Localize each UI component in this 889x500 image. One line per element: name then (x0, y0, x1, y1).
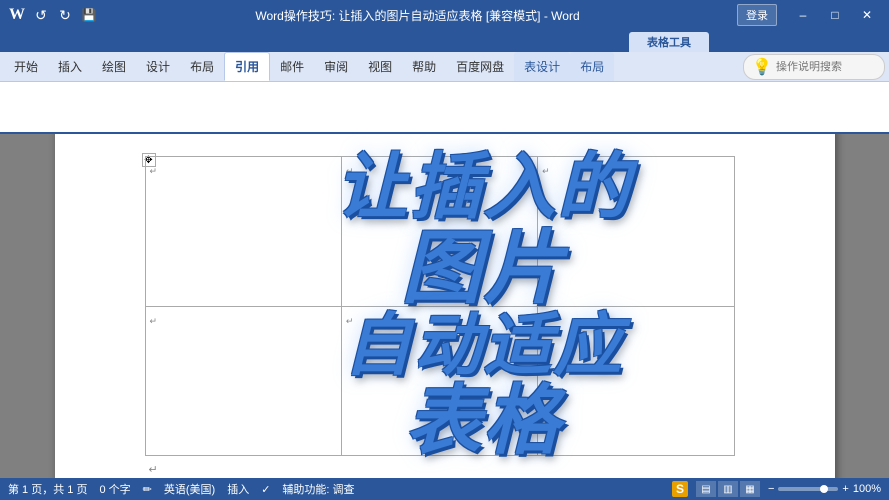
tab-review[interactable]: 审阅 (314, 52, 358, 81)
table-cell-r2c3: ↵ (538, 306, 734, 456)
page-count: 第 1 页，共 1 页 (8, 481, 87, 497)
cell-arrow: ↵ (542, 166, 550, 176)
table-cell-r1c2: ↵ (341, 157, 537, 307)
tab-design[interactable]: 设计 (136, 52, 180, 81)
language: 英语(美国) (164, 481, 215, 497)
save-button[interactable]: 💾 (80, 6, 98, 24)
tab-references[interactable]: 引用 (224, 52, 270, 81)
zoom-in-btn[interactable]: + (842, 483, 848, 495)
tab-baidu[interactable]: 百度网盘 (446, 52, 514, 81)
close-button[interactable]: ✕ (853, 4, 881, 26)
wps-logo: S (672, 481, 688, 497)
search-input[interactable] (776, 61, 876, 73)
maximize-button[interactable]: □ (821, 4, 849, 26)
word-logo: W (8, 6, 26, 24)
accessibility-icon: ✓ (261, 483, 270, 496)
edit-mode-icon: ✏ (143, 483, 152, 496)
tab-draw[interactable]: 绘图 (92, 52, 136, 81)
cell-arrow: ↵ (150, 316, 158, 326)
zoom-level: 100% (853, 483, 881, 495)
cell-arrow: ↵ (542, 316, 550, 326)
word-count: 0 个字 (99, 481, 130, 497)
context-tab-table-tools[interactable]: 表格工具 (629, 32, 709, 52)
ribbon-content (0, 82, 889, 134)
word-table: ↵ ↵ ↵ ↵ ↵ ↵ (145, 156, 735, 456)
context-tab-bar: 表格工具 (0, 30, 889, 52)
tab-table-layout[interactable]: 布局 (570, 52, 614, 81)
cell-arrow: ↵ (346, 166, 354, 176)
view-read-btn[interactable]: ▦ (740, 481, 760, 497)
tab-help[interactable]: 帮助 (402, 52, 446, 81)
status-bar-right: S ▤ ▥ ▦ − + 100% (672, 481, 881, 497)
zoom-thumb (820, 485, 828, 493)
redo-button[interactable]: ↻ (56, 6, 74, 24)
login-button[interactable]: 登录 (737, 4, 777, 26)
document-page: ✥ ↵ ↵ ↵ ↵ ↵ ↵ 让插入的 图片 自动适应 表格 (55, 134, 835, 478)
table-cell-r2c2: ↵ (341, 306, 537, 456)
cell-arrow: ↵ (346, 316, 354, 326)
tab-layout[interactable]: 布局 (180, 52, 224, 81)
cell-arrow: ↵ (150, 166, 158, 176)
tab-mailings[interactable]: 邮件 (270, 52, 314, 81)
title-bar: W ↺ ↻ 💾 Word操作技巧: 让插入的图片自动适应表格 [兼容模式] - … (0, 0, 889, 30)
view-web-btn[interactable]: ▥ (718, 481, 738, 497)
document-area: ✥ ↵ ↵ ↵ ↵ ↵ ↵ 让插入的 图片 自动适应 表格 (0, 134, 889, 478)
minimize-button[interactable]: – (789, 4, 817, 26)
table-cell-r1c1: ↵ (145, 157, 341, 307)
tab-insert[interactable]: 插入 (48, 52, 92, 81)
view-print-btn[interactable]: ▤ (696, 481, 716, 497)
tab-home[interactable]: 开始 (4, 52, 48, 81)
undo-button[interactable]: ↺ (32, 6, 50, 24)
accessibility-label: 辅助功能: 调查 (282, 481, 354, 497)
paragraph-mark: ↵ (149, 463, 158, 476)
table-cell-r2c1: ↵ (145, 306, 341, 456)
title-bar-left: W ↺ ↻ 💾 (8, 6, 98, 24)
tab-view[interactable]: 视图 (358, 52, 402, 81)
title-bar-right: 登录 – □ ✕ (737, 4, 881, 26)
insert-mode: 插入 (227, 481, 249, 497)
ribbon-placeholder (8, 101, 19, 113)
window-title: Word操作技巧: 让插入的图片自动适应表格 [兼容模式] - Word (98, 7, 737, 24)
tab-table-design[interactable]: 表设计 (514, 52, 570, 81)
table-cell-r1c3: ↵ (538, 157, 734, 307)
status-bar: 第 1 页，共 1 页 0 个字 ✏ 英语(美国) 插入 ✓ 辅助功能: 调查 … (0, 478, 889, 500)
search-hint-icon: 💡 (752, 57, 772, 77)
zoom-slider[interactable] (778, 487, 838, 491)
ribbon-search-box[interactable]: 💡 (743, 54, 885, 80)
zoom-area: − + 100% (768, 483, 881, 495)
view-buttons: ▤ ▥ ▦ (696, 481, 760, 497)
zoom-out-btn[interactable]: − (768, 483, 774, 495)
ribbon-tabs: 开始 插入 绘图 设计 布局 引用 邮件 审阅 视图 帮助 百度网盘 表设计 布… (0, 52, 889, 82)
